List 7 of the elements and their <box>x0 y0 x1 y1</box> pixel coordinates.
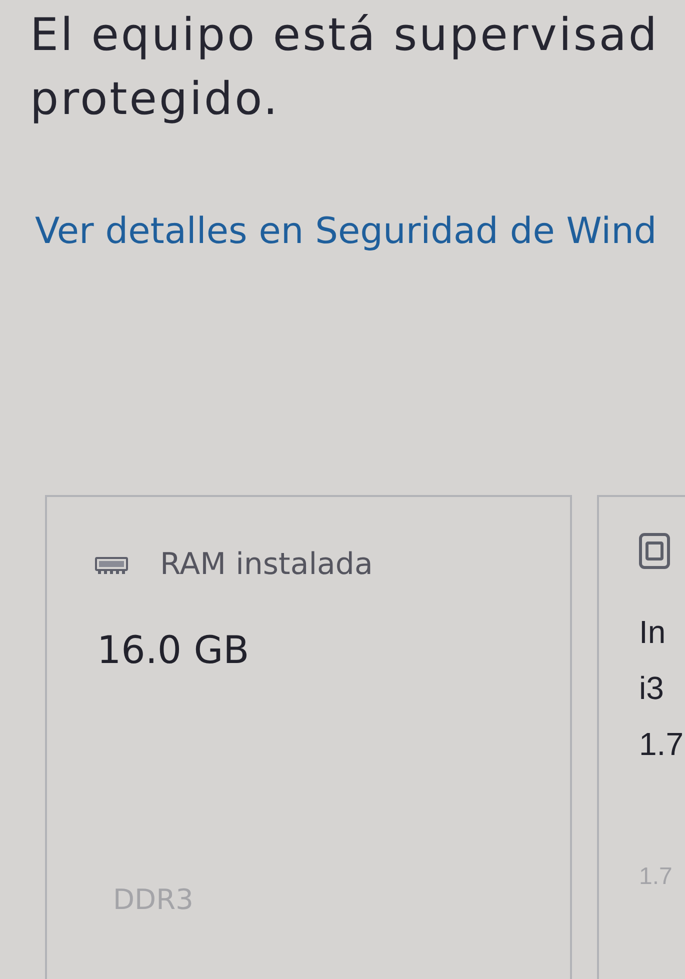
chip-icon <box>639 533 670 569</box>
spec-label: RAM instalada <box>160 547 373 583</box>
spec-value: 16.0 GB <box>97 627 250 673</box>
memory-module-icon <box>95 556 128 574</box>
status-message: El equipo está supervisad protegido. <box>30 7 660 127</box>
spec-value: In i3 1.7 <box>639 613 684 764</box>
details-link[interactable]: Ver detalles en Seguridad de Wind <box>35 210 657 254</box>
